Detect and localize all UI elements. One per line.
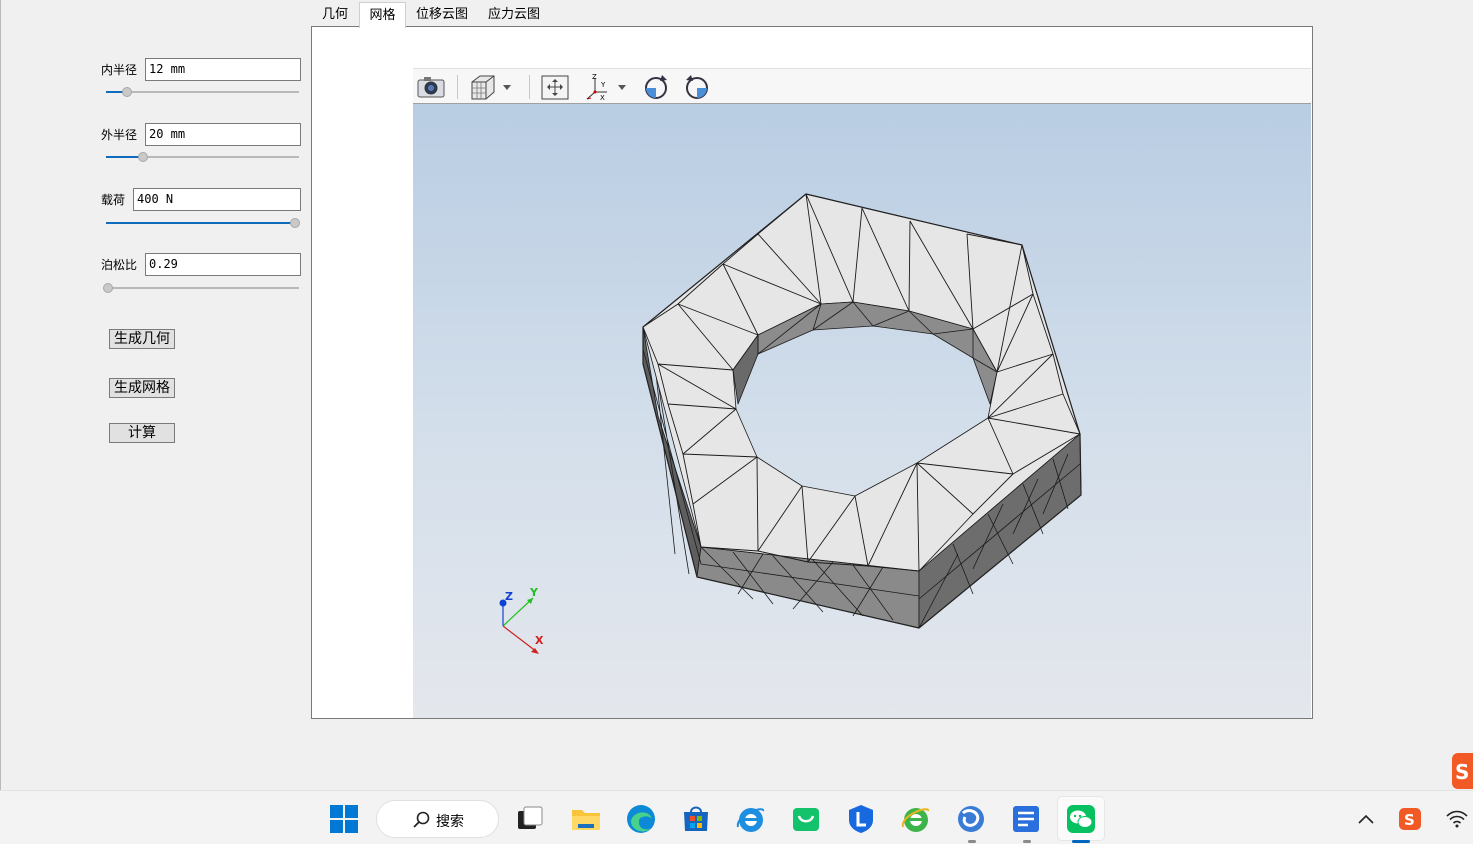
poisson-slider[interactable] [103,282,299,294]
triad-y-label: Y [529,586,539,599]
triad-z-label: Z [505,590,513,603]
edge-icon[interactable] [625,803,657,835]
l-app-icon[interactable] [845,803,877,835]
rotate-cw-icon[interactable] [682,72,712,102]
file-explorer-icon[interactable] [570,803,602,835]
sogou-ime-icon[interactable]: S [1398,807,1422,831]
load-input[interactable]: 400 N [133,188,301,211]
outer-radius-label: 外半径 [101,128,138,142]
inner-radius-slider[interactable] [106,86,299,98]
generate-mesh-button[interactable]: 生成网格 [109,378,175,398]
chevron-down-icon[interactable] [500,72,514,102]
wifi-icon[interactable] [1445,807,1469,831]
task-view-icon[interactable] [514,803,546,835]
wechat-app-icon[interactable] [790,803,822,835]
browser-app-icon[interactable] [955,803,987,835]
svg-text:Y: Y [600,81,606,89]
ie-green-icon[interactable] [900,803,932,835]
compute-button[interactable]: 计算 [109,423,175,443]
wechat-icon[interactable] [1065,803,1097,835]
generate-geometry-button[interactable]: 生成几何 [109,329,175,349]
view-cube-icon[interactable] [468,72,498,102]
outer-radius-slider[interactable] [106,151,299,163]
poisson-label: 泊松比 [101,258,138,272]
load-label: 载荷 [101,193,126,207]
poisson-input[interactable]: 0.29 [145,253,301,276]
mesh-viewer: ZYX Z Y X [413,68,1311,718]
active-indicator [1072,840,1090,843]
viewer-toolbar: ZYX [413,68,1311,104]
tab-mesh[interactable]: 网格 [359,2,406,28]
search-icon [413,811,430,828]
store-icon[interactable] [680,803,712,835]
inner-radius-label: 内半径 [101,63,138,77]
fit-all-icon[interactable] [540,72,570,102]
tab-stress[interactable]: 应力云图 [480,4,548,27]
inner-radius-input[interactable]: 12 mm [145,58,301,81]
search-label: 搜索 [436,814,464,830]
taskbar-search[interactable]: 搜索 [376,800,499,838]
window-border [0,0,1,790]
outer-radius-input[interactable]: 20 mm [145,123,301,146]
axes-view-icon[interactable]: ZYX [583,72,613,102]
viewer-canvas[interactable]: Z Y X [413,104,1311,718]
windows-start-icon[interactable] [328,803,360,835]
chevron-down-icon[interactable] [615,72,629,102]
ie-icon[interactable] [735,803,767,835]
editor-app-icon[interactable] [1010,803,1042,835]
tab-displacement[interactable]: 位移云图 [408,4,476,27]
load-slider[interactable] [106,217,300,229]
rotate-ccw-icon[interactable] [641,72,671,102]
ime-badge-icon[interactable]: S [1452,753,1473,789]
axis-triad: Z Y X [499,586,544,654]
svg-text:X: X [600,94,605,102]
chevron-up-icon[interactable] [1354,807,1378,831]
taskbar: 搜索 S [0,790,1473,844]
camera-icon[interactable] [416,72,446,102]
running-indicator [968,840,976,843]
running-indicator [1023,840,1031,843]
svg-text:S: S [1404,811,1415,829]
triad-x-label: X [535,634,544,647]
tab-geometry[interactable]: 几何 [311,4,359,27]
svg-text:Z: Z [592,73,597,81]
svg-text:S: S [1455,760,1469,784]
